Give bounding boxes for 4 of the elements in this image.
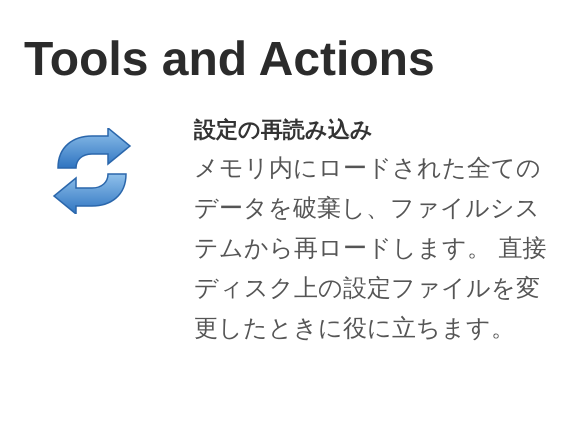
refresh-icon bbox=[50, 128, 134, 214]
item-description: メモリ内にロードされた全てのデータを破棄し、ファイルシステムから再ロードします。 直接ディスク上の設定ファイルを変更したときに役に立ちます。 bbox=[194, 153, 548, 344]
item-title: 設定の再読み込み bbox=[194, 116, 374, 145]
section-heading: Tools and Actions bbox=[24, 36, 436, 84]
